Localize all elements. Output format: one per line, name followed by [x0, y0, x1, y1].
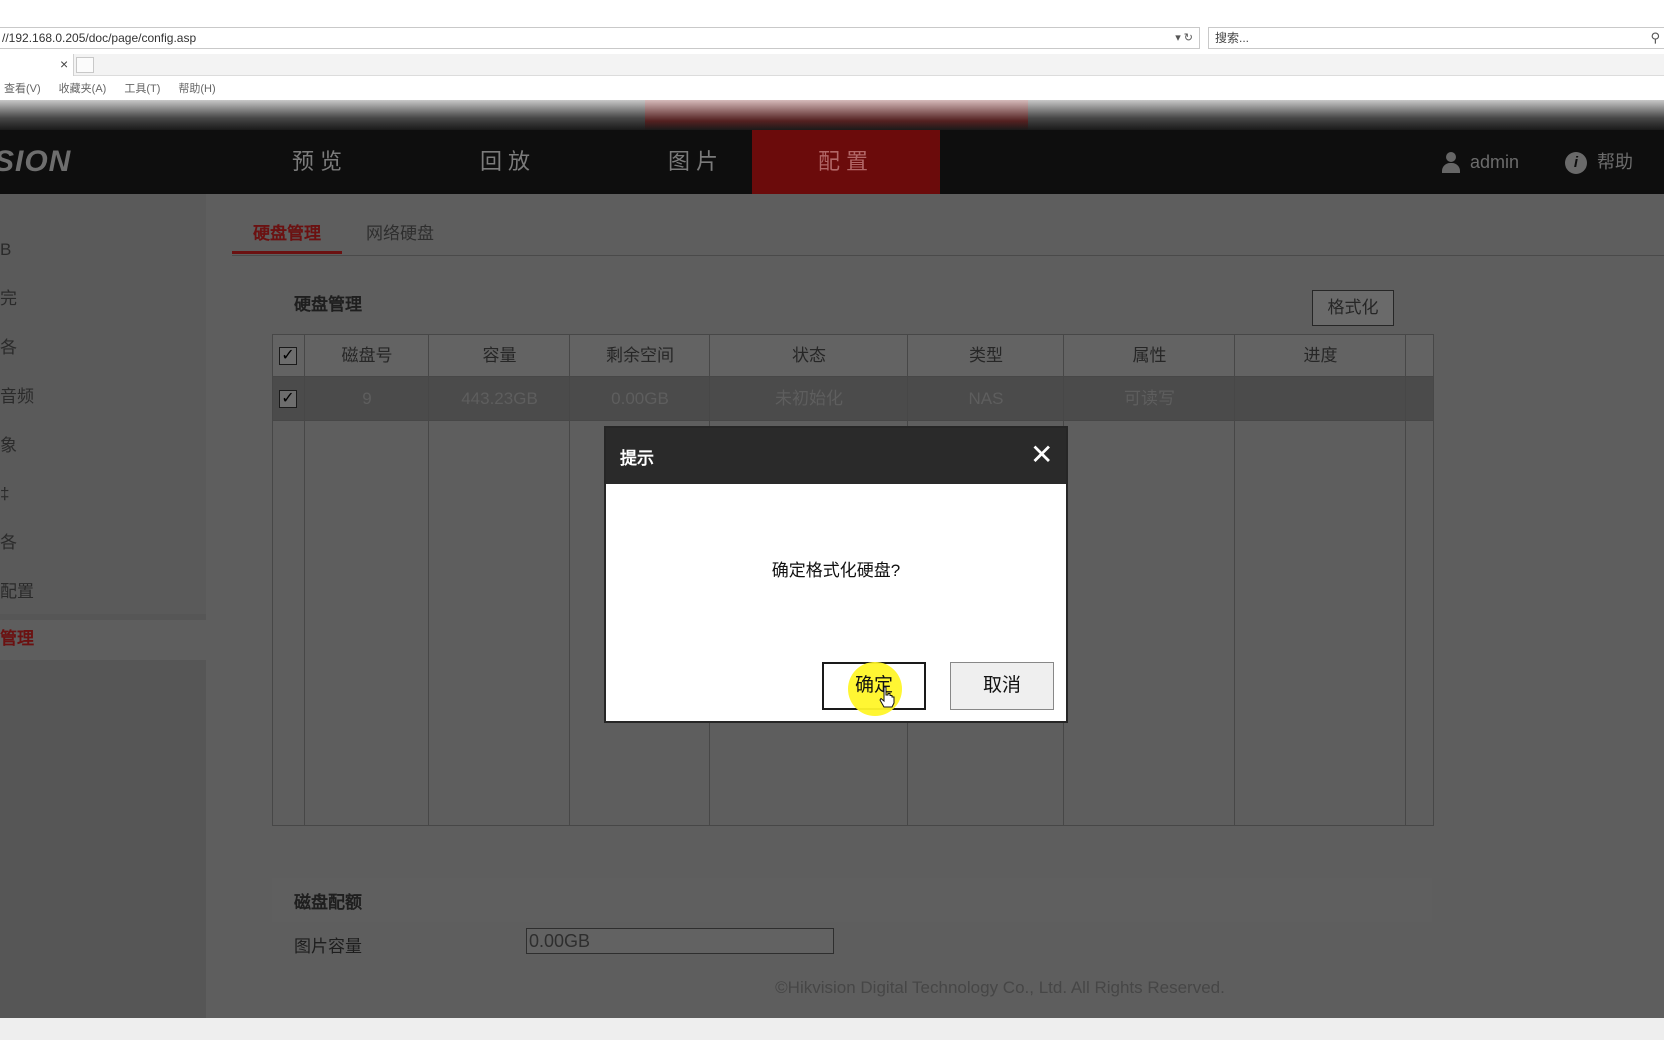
sidebar-item-2[interactable]: 完	[0, 279, 206, 319]
browser-search-input[interactable]: 搜索... ⚲	[1208, 27, 1664, 49]
col-divider	[273, 335, 305, 825]
column-header-progress: 进度	[1303, 346, 1338, 365]
cell-progress	[1235, 377, 1406, 421]
browser-tab[interactable]: ×	[0, 54, 74, 76]
cell-free-space: 0.00GB	[611, 389, 669, 408]
column-header-type: 类型	[969, 346, 1003, 365]
sidebar-item-1[interactable]: B	[0, 230, 206, 270]
sidebar-item-4[interactable]: 音频	[0, 377, 206, 417]
quota-title: 磁盘配额	[294, 893, 362, 912]
picture-capacity-label: 图片容量	[294, 937, 362, 956]
menu-favorites[interactable]: 收藏夹(A)	[59, 83, 107, 95]
panel-title: 硬盘管理	[294, 295, 362, 314]
menu-help[interactable]: 帮助(H)	[178, 83, 215, 95]
row-checkbox[interactable]: ✓	[279, 390, 297, 408]
confirm-dialog: 提示 ✕ 确定格式化硬盘? 确定 取消	[604, 426, 1068, 723]
help-link[interactable]: i 帮助	[1565, 130, 1633, 194]
refresh-icon[interactable]: ▾ ↻	[1175, 28, 1193, 48]
cancel-button[interactable]: 取消	[950, 662, 1054, 710]
disk-panel-header: 硬盘管理	[272, 282, 1432, 326]
app-header: SION 预览 回放 图片 配置 admin i 帮助	[0, 130, 1664, 194]
dialog-message: 确定格式化硬盘?	[771, 561, 901, 580]
help-label: 帮助	[1597, 152, 1633, 172]
cell-property: 可读写	[1124, 389, 1175, 408]
column-header-free-space: 剩余空间	[606, 346, 674, 365]
tab-disk-management[interactable]: 硬盘管理	[232, 214, 342, 254]
menu-view[interactable]: 查看(V)	[4, 83, 41, 95]
sidebar-item-5[interactable]: 象	[0, 426, 206, 466]
cell-capacity: 443.23GB	[461, 389, 538, 408]
sidebar-item-7[interactable]: 各	[0, 523, 206, 563]
sidebar-item-3[interactable]: 各	[0, 328, 206, 368]
tab-network-disk[interactable]: 网络硬盘	[366, 214, 434, 254]
toolbar-shadow-accent	[645, 100, 1028, 130]
browser-menubar: 查看(V) 收藏夹(A) 工具(T) 帮助(H)	[0, 78, 1664, 100]
menu-tools[interactable]: 工具(T)	[124, 83, 160, 95]
username: admin	[1470, 152, 1520, 172]
address-text: //192.168.0.205/doc/page/config.asp	[2, 31, 197, 45]
user-menu[interactable]: admin	[1442, 130, 1519, 194]
search-placeholder: 搜索...	[1215, 31, 1250, 45]
sidebar-item-8[interactable]: 配置	[0, 572, 206, 612]
cell-disk-no: 9	[362, 389, 372, 408]
format-button[interactable]: 格式化	[1312, 290, 1394, 326]
subtabs: 硬盘管理 网络硬盘	[232, 214, 1664, 256]
column-header-capacity: 容量	[482, 346, 517, 365]
quota-panel-header: 磁盘配额	[272, 878, 1432, 922]
hand-cursor-icon	[879, 686, 895, 708]
column-header-property: 属性	[1132, 346, 1167, 365]
picture-capacity-field[interactable]: 0.00GB	[526, 928, 834, 954]
confirm-button[interactable]: 确定	[822, 662, 926, 716]
dialog-title: 提示	[620, 449, 654, 468]
select-all-checkbox[interactable]: ✓	[279, 347, 297, 365]
nav-playback[interactable]: 回放	[414, 130, 602, 194]
search-icon[interactable]: ⚲	[1650, 28, 1660, 48]
status-bar	[0, 1018, 1664, 1040]
nav-configuration[interactable]: 配置	[752, 130, 940, 194]
cell-type: NAS	[968, 389, 1004, 408]
sidebar-item-storage[interactable]: 管理	[0, 619, 206, 659]
info-icon: i	[1565, 152, 1587, 175]
sidebar-item-6[interactable]: ‡	[0, 474, 206, 514]
dialog-header: 提示 ✕	[606, 428, 1066, 484]
user-icon	[1442, 152, 1460, 174]
close-tab-icon[interactable]: ×	[60, 56, 68, 72]
close-icon[interactable]: ✕	[1030, 438, 1053, 472]
address-bar[interactable]: //192.168.0.205/doc/page/config.asp ▾ ↻	[0, 27, 1200, 49]
new-tab-icon[interactable]	[76, 57, 94, 73]
logo: SION	[0, 145, 72, 178]
column-header-disk-no: 磁盘号	[341, 346, 393, 365]
column-header-status: 状态	[792, 346, 826, 365]
tab-strip: ×	[0, 54, 1664, 76]
nav-preview[interactable]: 预览	[226, 130, 414, 194]
cell-status: 未初始化	[775, 389, 843, 408]
copyright-footer: ©Hikvision Digital Technology Co., Ltd. …	[775, 978, 1225, 997]
